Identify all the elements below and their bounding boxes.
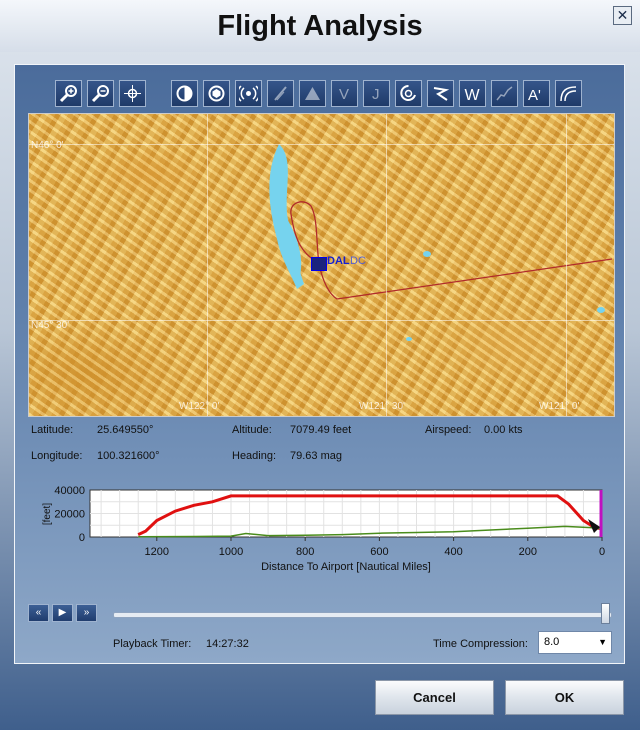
time-compression-label: Time Compression: (433, 638, 528, 650)
holding-pattern-button[interactable] (395, 80, 422, 107)
victor-airways-button[interactable]: V (331, 80, 358, 107)
ok-button[interactable]: OK (505, 680, 624, 715)
svg-text:W: W (465, 87, 481, 103)
rewind-button[interactable]: « (28, 604, 49, 622)
airports-icon (208, 85, 225, 102)
chart-y-tick-label: 40000 (54, 485, 85, 497)
victor-airways-icon: V (339, 86, 349, 103)
altitude-profile-chart[interactable]: 1200 1000 800 600 400 200 002000040000Distance… (28, 480, 614, 580)
latitude-value: 25.649550° (97, 424, 154, 436)
chart-y-axis-label: [feet] (42, 503, 53, 525)
cancel-button[interactable]: Cancel (375, 680, 494, 715)
jet-airways-button[interactable]: J (363, 80, 390, 107)
jet-airways-icon: J (372, 86, 380, 103)
close-button[interactable]: ✕ (613, 6, 632, 25)
playback-slider-thumb[interactable] (601, 603, 610, 624)
airspeed-label: Airspeed: (425, 424, 472, 436)
flight-path-button[interactable] (427, 80, 454, 107)
svg-text:J: J (372, 86, 380, 103)
chart-y-tick-label: 0 (79, 532, 85, 544)
heading-label: Heading: (232, 450, 277, 462)
airports-button[interactable] (203, 80, 230, 107)
waypoints-icon: W (465, 87, 481, 103)
latitude-label: Latitude: (31, 424, 74, 436)
chart-x-axis-label: Distance To Airport [Nautical Miles] (261, 561, 431, 573)
vor-icon (239, 85, 258, 102)
time-compression-select[interactable]: 8.0 ▼ (538, 631, 612, 654)
playback-timer-label: Playback Timer: (113, 638, 192, 650)
zoom-out-button[interactable] (87, 80, 114, 107)
altitude-value: 7079.49 feet (290, 424, 352, 436)
altitude-profile-icon (496, 86, 513, 101)
fast-forward-button[interactable]: » (76, 604, 97, 622)
flight-map[interactable]: N46° 0' N45° 30' W122° 0' W121° 30' W121… (28, 113, 615, 417)
chart-x-tick-label: 600 (370, 546, 388, 558)
svg-text:A': A' (528, 87, 541, 103)
holding-pattern-icon (400, 84, 416, 101)
airspeed-value: 0.00 kts (484, 424, 523, 436)
longitude-value: 100.321600° (97, 450, 160, 462)
map-grid-label-w121: W121° 0' (539, 401, 580, 412)
labels-button[interactable]: A' (523, 80, 550, 107)
map-grid-label-w121-30: W121° 30' (359, 401, 405, 412)
ndb-icon (274, 86, 287, 101)
chart-x-tick-label: 400 (444, 546, 462, 558)
longitude-label: Longitude: (31, 450, 83, 462)
flight-path-icon (433, 87, 450, 101)
altitude-label: Altitude: (232, 424, 272, 436)
chart-y-tick-label: 20000 (54, 509, 85, 521)
map-grid-label-w122: W122° 0' (179, 401, 220, 412)
approach-icon (560, 86, 577, 102)
center-map-button[interactable] (119, 80, 146, 107)
terrain-icon (305, 87, 320, 100)
labels-icon: A' (528, 87, 541, 103)
chevron-down-icon: ▼ (598, 637, 607, 647)
center-map-icon (124, 85, 141, 102)
chart-x-tick-label: 1000 (219, 546, 243, 558)
terrain-button[interactable] (299, 80, 326, 107)
window-title: Flight Analysis (217, 10, 423, 42)
zoom-out-icon (91, 85, 109, 103)
chart-x-tick-label: 1200 (145, 546, 169, 558)
aircraft-label: DAL (327, 255, 350, 267)
playback-slider-track[interactable] (113, 612, 612, 618)
svg-text:V: V (339, 86, 349, 103)
map-grid-label-n46: N46° 0' (31, 140, 64, 151)
chart-x-tick-label: 200 (519, 546, 537, 558)
map-grid-label-n45-30: N45° 30' (31, 320, 70, 331)
title-bar: Flight Analysis ✕ (0, 0, 640, 52)
day-night-button[interactable] (171, 80, 198, 107)
vor-button[interactable] (235, 80, 262, 107)
waypoints-button[interactable]: W (459, 80, 486, 107)
zoom-in-icon (59, 85, 77, 103)
ndb-button[interactable] (267, 80, 294, 107)
chart-x-tick-label: 0 (599, 546, 605, 558)
aircraft-icon (311, 257, 327, 271)
day-night-icon (176, 85, 193, 102)
time-compression-value: 8.0 (544, 636, 560, 648)
approach-button[interactable] (555, 80, 582, 107)
playback-timer-value: 14:27:32 (206, 638, 249, 650)
heading-value: 79.63 mag (290, 450, 342, 462)
chart-x-tick-label: 800 (296, 546, 314, 558)
altitude-profile-button[interactable] (491, 80, 518, 107)
zoom-in-button[interactable] (55, 80, 82, 107)
airport-label: DC (350, 255, 366, 267)
play-button[interactable]: ▶ (52, 604, 73, 622)
